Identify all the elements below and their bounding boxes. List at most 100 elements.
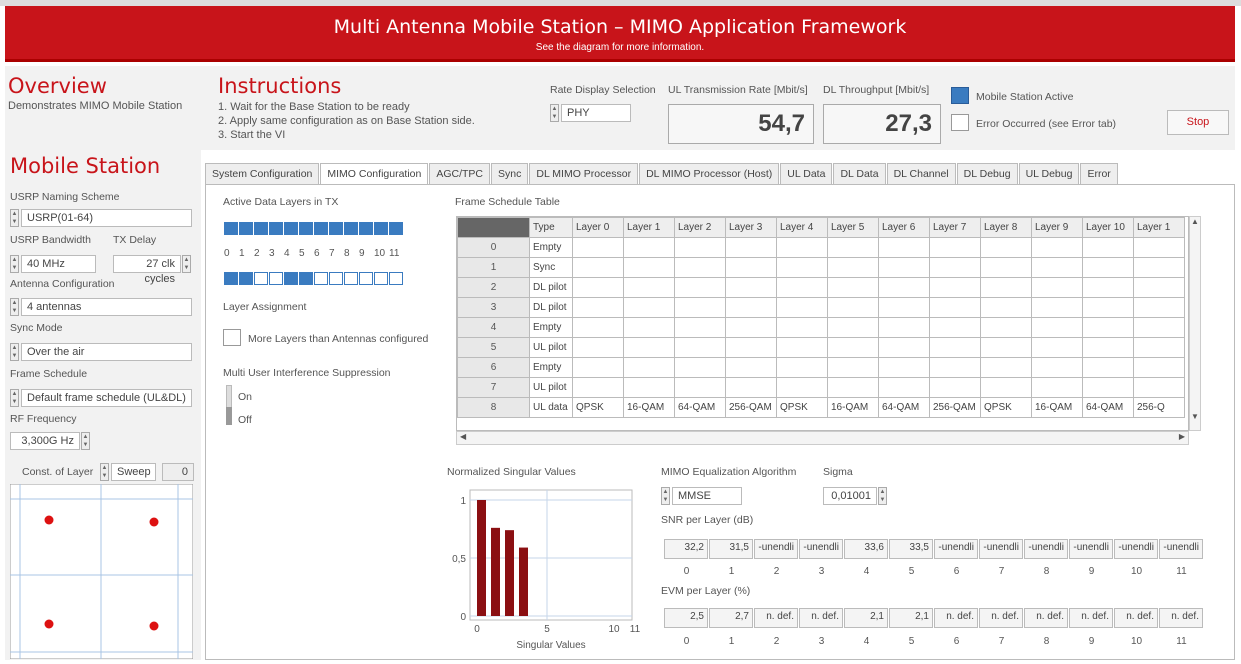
table-cell[interactable] <box>878 257 930 278</box>
table-cell[interactable] <box>1133 317 1185 338</box>
table-cell[interactable] <box>725 357 777 378</box>
table-cell[interactable] <box>572 257 624 278</box>
layer-assignment-leds[interactable] <box>224 272 404 285</box>
rf-field[interactable]: 3,300G Hz <box>10 432 80 450</box>
table-cell[interactable] <box>1082 257 1134 278</box>
table-cell[interactable] <box>776 257 828 278</box>
table-cell[interactable]: 16-QAM <box>827 397 879 418</box>
tab-ul-data[interactable]: UL Data <box>780 163 833 185</box>
tab-dl-data[interactable]: DL Data <box>833 163 886 185</box>
table-cell[interactable]: 64-QAM <box>674 397 726 418</box>
txdelay-field[interactable]: 27 clk cycles <box>113 255 181 285</box>
table-cell[interactable] <box>1082 237 1134 258</box>
table-cell[interactable] <box>827 277 879 298</box>
table-cell[interactable] <box>725 257 777 278</box>
table-cell[interactable] <box>776 277 828 298</box>
tab-error[interactable]: Error <box>1080 163 1118 185</box>
table-cell[interactable]: 256-QAM <box>725 397 777 418</box>
table-cell[interactable] <box>1133 337 1185 358</box>
table-cell[interactable]: QPSK <box>980 397 1032 418</box>
eq-spinner[interactable]: ▲ ▼ <box>661 487 670 505</box>
table-cell[interactable] <box>572 337 624 358</box>
row-type[interactable]: DL pilot <box>529 277 573 298</box>
row-type[interactable]: UL data <box>529 397 573 418</box>
assignment-led[interactable] <box>224 272 238 285</box>
row-type[interactable]: Empty <box>529 357 573 378</box>
sigma-field[interactable]: 0,01001 <box>823 487 877 505</box>
table-cell[interactable] <box>980 377 1032 398</box>
table-cell[interactable] <box>980 357 1032 378</box>
table-cell[interactable]: 16-QAM <box>1031 397 1083 418</box>
rf-spinner[interactable]: ▲ ▼ <box>81 432 90 450</box>
table-cell[interactable] <box>827 317 879 338</box>
sweep-button[interactable]: Sweep <box>111 463 156 481</box>
table-cell[interactable] <box>827 297 879 318</box>
table-cell[interactable] <box>572 377 624 398</box>
table-cell[interactable] <box>827 237 879 258</box>
table-cell[interactable] <box>674 317 726 338</box>
tab-system-configuration[interactable]: System Configuration <box>205 163 320 185</box>
table-cell[interactable] <box>878 357 930 378</box>
table-cell[interactable] <box>827 257 879 278</box>
table-cell[interactable] <box>1031 377 1083 398</box>
table-cell[interactable] <box>878 237 930 258</box>
sync-field[interactable]: Over the air <box>21 343 192 361</box>
table-cell[interactable] <box>674 257 726 278</box>
table-cell[interactable] <box>674 357 726 378</box>
table-cell[interactable] <box>980 277 1032 298</box>
table-cell[interactable]: 64-QAM <box>1082 397 1134 418</box>
table-cell[interactable] <box>1133 357 1185 378</box>
table-cell[interactable] <box>572 277 624 298</box>
assignment-led[interactable] <box>344 272 358 285</box>
antenna-field[interactable]: 4 antennas <box>21 298 192 316</box>
tab-mimo-configuration[interactable]: MIMO Configuration <box>320 163 429 186</box>
table-cell[interactable] <box>929 257 981 278</box>
row-type[interactable]: DL pilot <box>529 297 573 318</box>
table-cell[interactable] <box>623 337 675 358</box>
table-cell[interactable] <box>572 357 624 378</box>
table-cell[interactable] <box>623 277 675 298</box>
table-cell[interactable] <box>623 237 675 258</box>
tab-dl-debug[interactable]: DL Debug <box>956 163 1018 185</box>
table-cell[interactable] <box>725 337 777 358</box>
rate-display-field[interactable]: PHY <box>561 104 631 122</box>
assignment-led[interactable] <box>299 272 313 285</box>
table-cell[interactable] <box>1082 317 1134 338</box>
assignment-led[interactable] <box>269 272 283 285</box>
table-cell[interactable] <box>1082 297 1134 318</box>
table-cell[interactable] <box>725 237 777 258</box>
table-cell[interactable] <box>980 317 1032 338</box>
table-cell[interactable] <box>623 257 675 278</box>
table-cell[interactable] <box>878 317 930 338</box>
table-cell[interactable] <box>1133 377 1185 398</box>
table-cell[interactable] <box>878 297 930 318</box>
table-cell[interactable] <box>1082 377 1134 398</box>
table-cell[interactable] <box>725 277 777 298</box>
table-cell[interactable] <box>980 257 1032 278</box>
frame-schedule-field[interactable]: Default frame schedule (UL&DL) <box>21 389 192 407</box>
table-cell[interactable] <box>1082 357 1134 378</box>
table-cell[interactable] <box>1031 277 1083 298</box>
row-type[interactable]: Empty <box>529 237 573 258</box>
table-cell[interactable] <box>929 377 981 398</box>
table-cell[interactable] <box>623 357 675 378</box>
table-cell[interactable] <box>827 377 879 398</box>
assignment-led[interactable] <box>254 272 268 285</box>
table-cell[interactable] <box>827 337 879 358</box>
row-type[interactable]: UL pilot <box>529 377 573 398</box>
table-cell[interactable]: 16-QAM <box>623 397 675 418</box>
table-cell[interactable] <box>1031 337 1083 358</box>
table-cell[interactable] <box>1031 257 1083 278</box>
sync-spinner[interactable]: ▲ ▼ <box>10 343 19 361</box>
table-cell[interactable] <box>929 357 981 378</box>
tab-dl-channel[interactable]: DL Channel <box>886 163 956 185</box>
table-cell[interactable]: 256-QAM <box>929 397 981 418</box>
assignment-led[interactable] <box>284 272 298 285</box>
table-cell[interactable] <box>980 237 1032 258</box>
table-cell[interactable] <box>572 237 624 258</box>
antenna-spinner[interactable]: ▲ ▼ <box>10 298 19 316</box>
table-cell[interactable] <box>623 377 675 398</box>
tab-ul-debug[interactable]: UL Debug <box>1018 163 1080 185</box>
table-cell[interactable] <box>1082 277 1134 298</box>
eq-field[interactable]: MMSE <box>672 487 742 505</box>
